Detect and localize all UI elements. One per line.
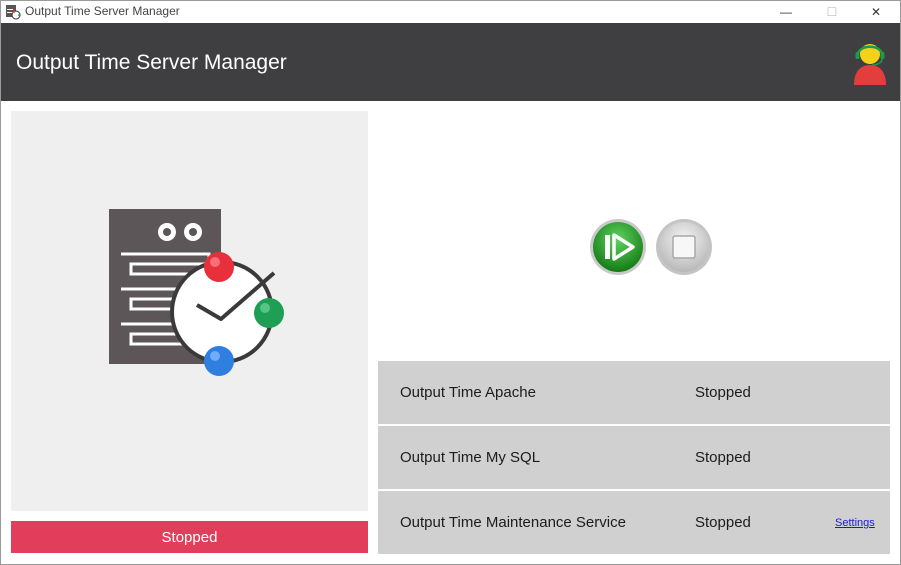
page-title: Output Time Server Manager xyxy=(16,51,287,74)
stop-icon[interactable] xyxy=(655,218,713,276)
service-status: Stopped xyxy=(695,514,751,531)
service-status: Stopped xyxy=(695,449,751,466)
service-name: Output Time Maintenance Service xyxy=(400,514,626,531)
service-name: Output Time My SQL xyxy=(400,449,541,466)
app-header: Output Time Server Manager xyxy=(1,23,900,101)
close-button[interactable]: ✕ xyxy=(853,1,899,23)
app-window: Output Time Server Manager — ☐ ✕ Output … xyxy=(0,0,901,565)
title-bar: Output Time Server Manager — ☐ ✕ xyxy=(1,1,900,23)
support-agent-icon[interactable] xyxy=(849,39,891,85)
server-panel xyxy=(11,111,368,511)
maximize-button[interactable]: ☐ xyxy=(809,1,855,23)
minimize-button[interactable]: — xyxy=(763,1,809,23)
settings-link[interactable]: Settings xyxy=(835,517,875,529)
server-clock-icon xyxy=(109,209,284,376)
app-icon xyxy=(6,5,21,20)
service-status: Stopped xyxy=(695,384,751,401)
window-title: Output Time Server Manager xyxy=(25,4,180,18)
service-row-maintenance: Output Time Maintenance Service Stopped … xyxy=(378,491,890,554)
play-icon[interactable] xyxy=(589,218,647,276)
server-status-bar: Stopped xyxy=(11,521,368,553)
service-row-mysql: Output Time My SQL Stopped xyxy=(378,426,890,489)
service-row-apache: Output Time Apache Stopped xyxy=(378,361,890,424)
service-name: Output Time Apache xyxy=(400,384,536,401)
